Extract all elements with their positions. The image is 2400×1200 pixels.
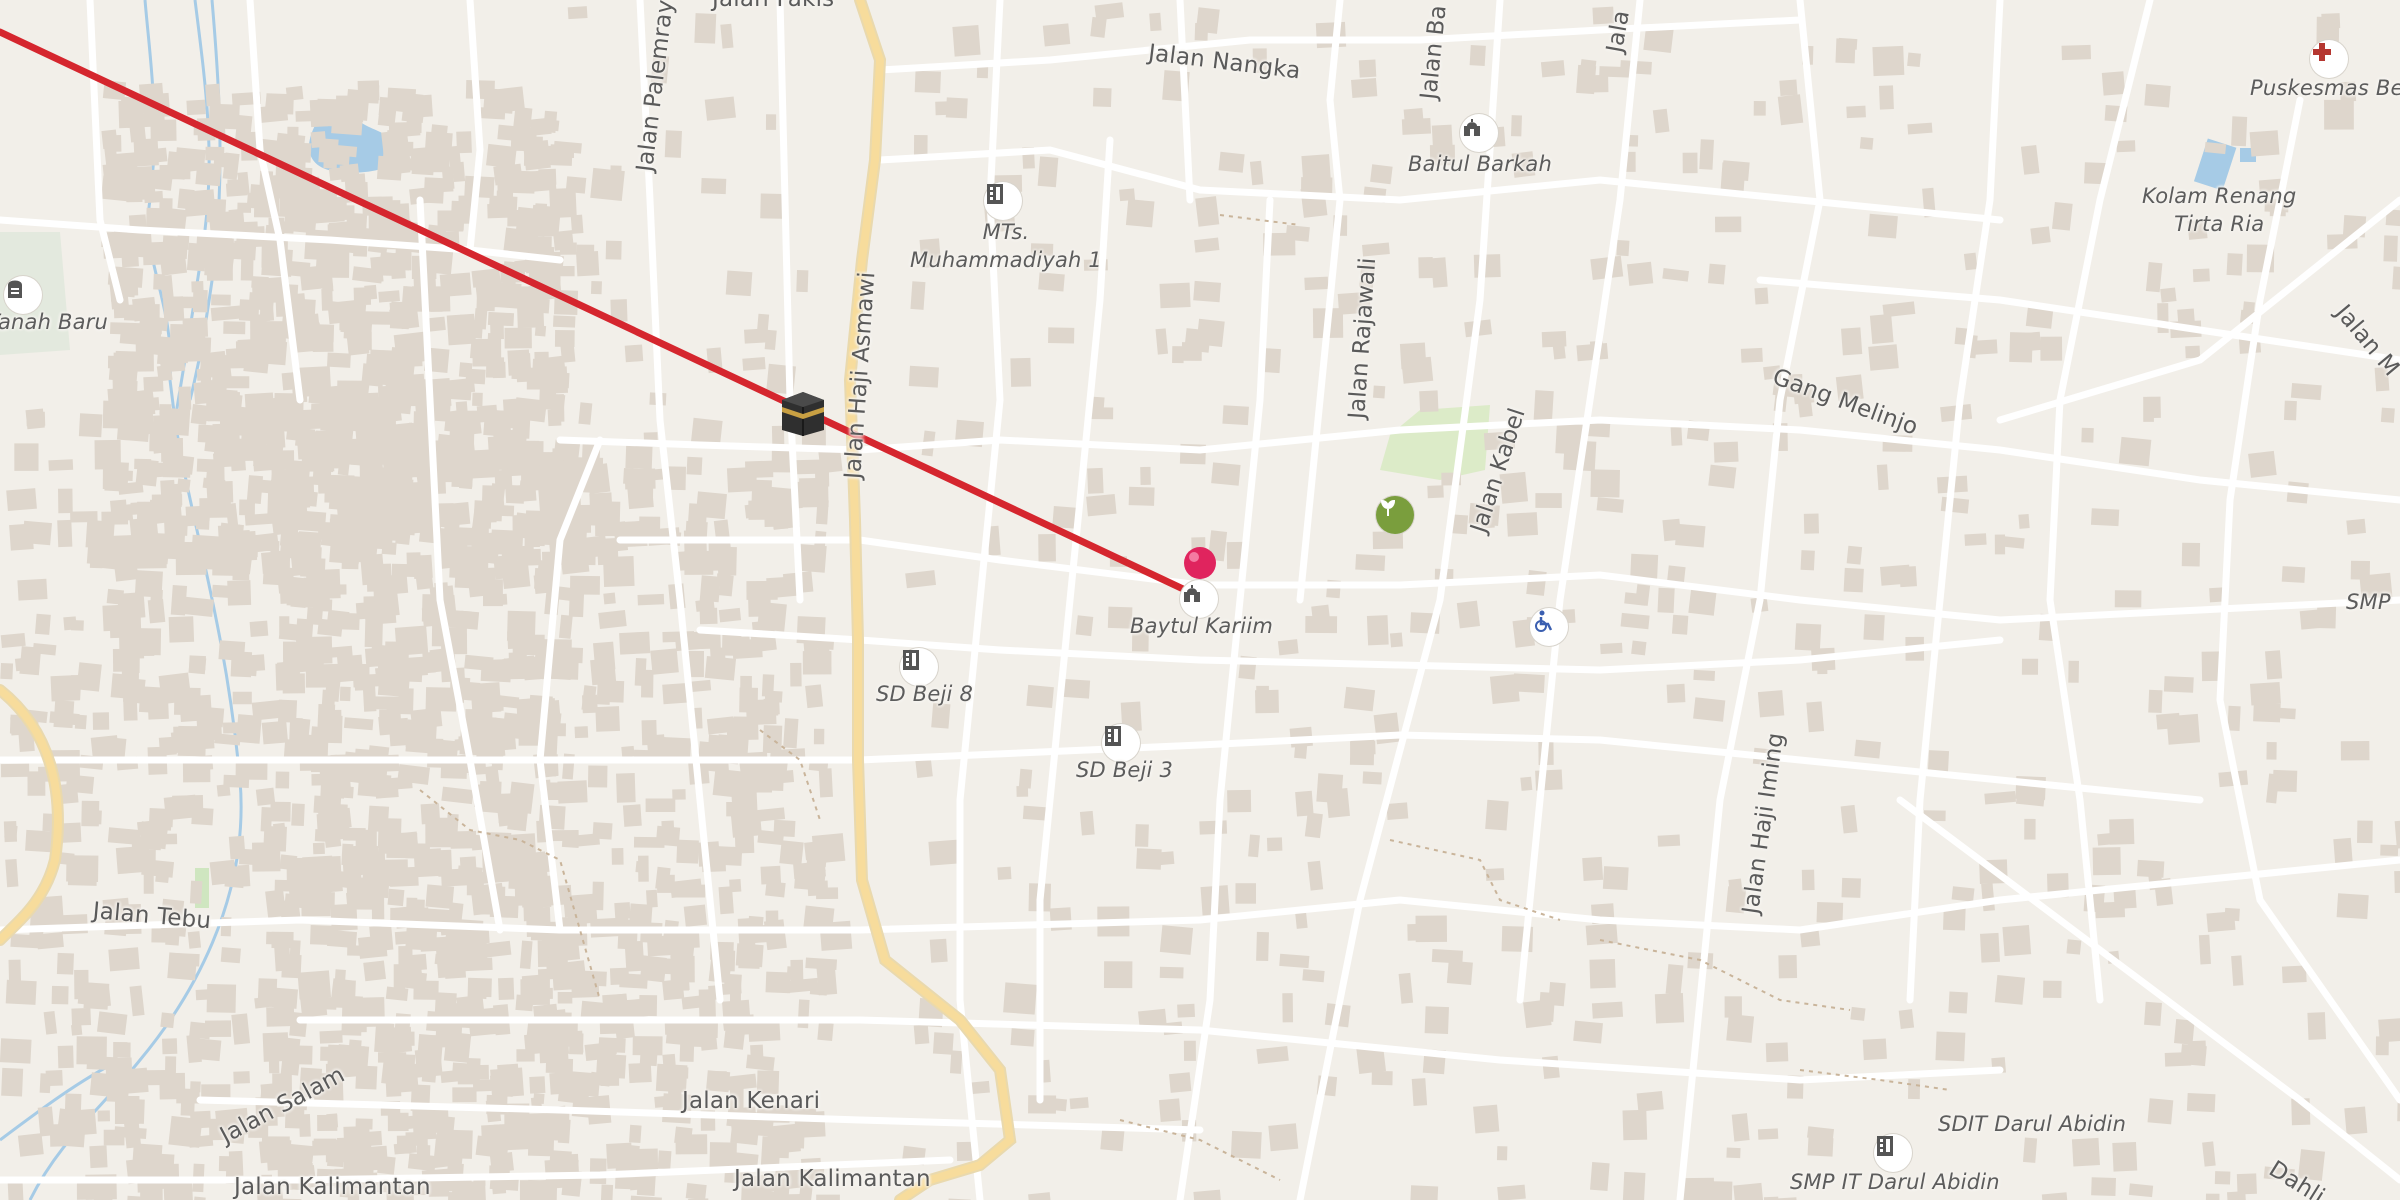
poi-label-sdit: SDIT Darul Abidin [1938, 1112, 2127, 1136]
street-label-kalimantan-mid: Jalan Kalimantan [734, 1166, 931, 1192]
street-label-fakis: Jalan Fakis [712, 0, 834, 12]
cemetery-icon[interactable] [4, 276, 42, 314]
street-label-kenari: Jalan Kenari [682, 1088, 821, 1114]
poi-label-sd-beji-8: SD Beji 8 [876, 682, 974, 706]
map-canvas[interactable]: Jalan Fakis Jalan Nangka Jalan Palemraya… [0, 0, 2400, 1200]
poi-label-tanah-baru: Tanah Baru [0, 310, 108, 334]
poi-label-mts-line1: MTs. [982, 220, 1030, 244]
garden-icon[interactable] [1376, 496, 1414, 534]
hospital-cross-icon[interactable] [2310, 40, 2348, 78]
school-icon[interactable] [1874, 1134, 1912, 1172]
poi-label-sd-beji-3: SD Beji 3 [1076, 758, 1174, 782]
poi-label-baytul-kariim: Baytul Kariim [1130, 614, 1274, 638]
poi-label-kolam-renang: Kolam Renang Tirta Ria [2142, 182, 2296, 238]
mosque-icon[interactable] [1180, 580, 1218, 618]
school-icon[interactable] [984, 182, 1022, 220]
school-icon[interactable] [900, 648, 938, 686]
wheelchair-icon[interactable] [1530, 608, 1568, 646]
kaaba-icon[interactable] [776, 386, 830, 440]
poi-label-puskesmas: Puskesmas Beji [2250, 76, 2400, 100]
poi-label-kolam-line1: Kolam Renang [2142, 184, 2297, 208]
poi-label-mts: MTs. Muhammadiyah 1 [910, 218, 1102, 274]
poi-label-mts-line2: Muhammadiyah 1 [910, 248, 1102, 272]
school-icon[interactable] [1102, 724, 1140, 762]
poi-label-smp-right: SMP [2346, 590, 2391, 614]
street-label-kalimantan-left: Jalan Kalimantan [234, 1174, 431, 1200]
poi-label-baitul-barkah: Baitul Barkah [1408, 152, 1553, 176]
poi-label-tanah-baru-text: Tanah Baru [0, 310, 108, 334]
mosque-icon[interactable] [1460, 114, 1498, 152]
poi-label-kolam-line2: Tirta Ria [2174, 212, 2265, 236]
poi-label-smp-it: SMP IT Darul Abidin [1790, 1170, 2000, 1194]
